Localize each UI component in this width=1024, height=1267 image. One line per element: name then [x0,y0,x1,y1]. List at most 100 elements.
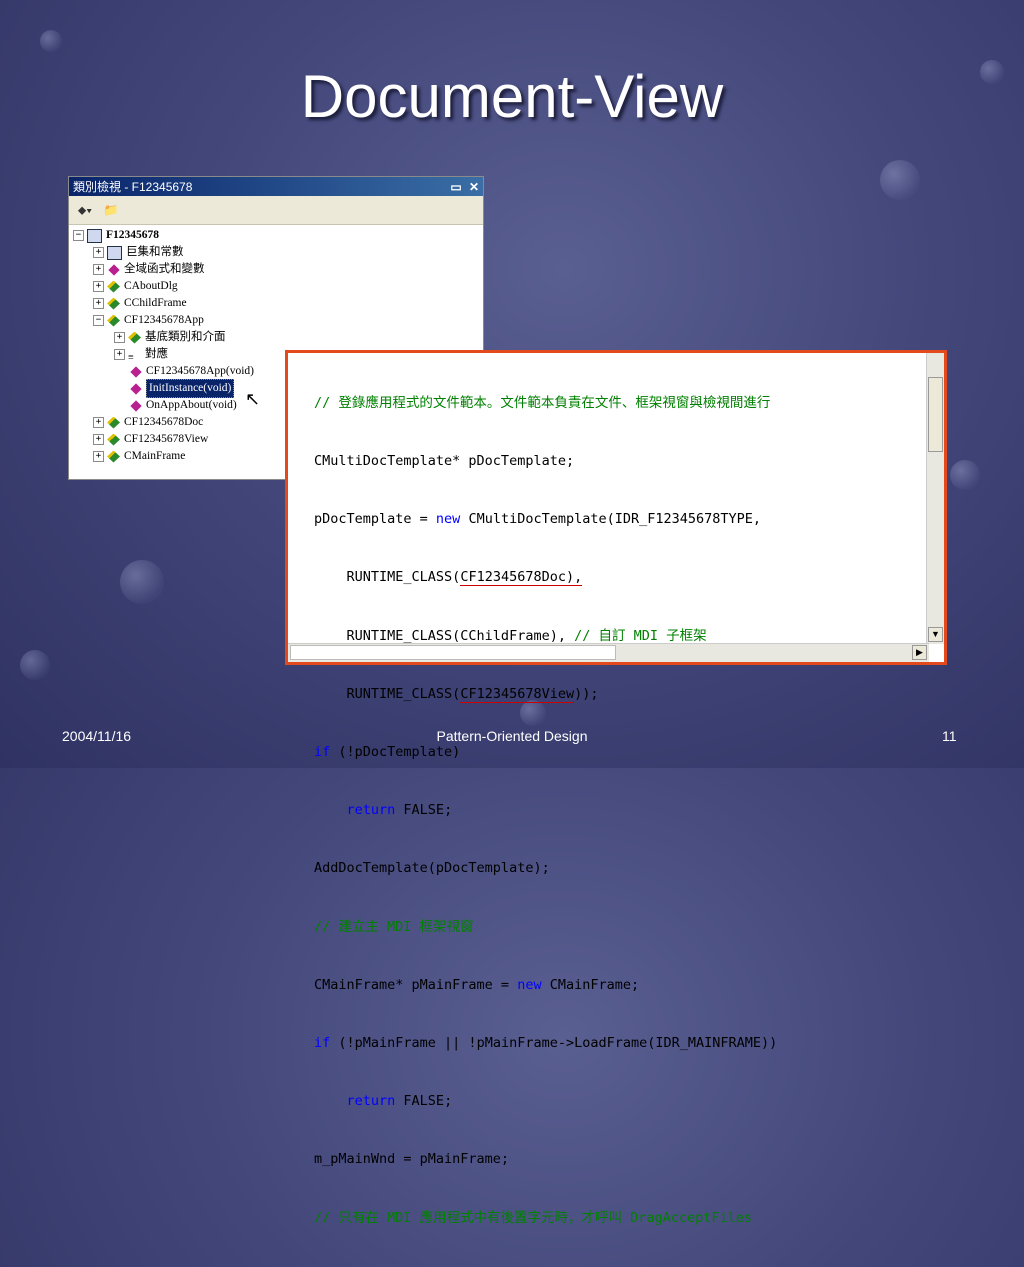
code-token: RUNTIME_CLASS( [314,685,461,702]
code-token: CMainFrame* pMainFrame = [314,976,518,993]
collapse-icon[interactable]: − [93,315,104,326]
code-token: )); [574,685,599,702]
tree-item-label: CAboutDlg [124,280,178,292]
code-keyword: return [346,1093,396,1110]
code-line: // 只有在 MDI 應用程式中有後置字元時，才呼叫 DragAcceptFil… [314,1209,753,1226]
code-token: (!pDocTemplate) [330,744,461,761]
tree-item-app[interactable]: − CF12345678App [93,312,204,329]
tree-item-label: 全域函式和變數 [124,263,205,275]
scroll-down-icon[interactable]: ▼ [928,627,943,642]
footer-page-number: 11 [942,728,957,744]
tree-item-method-onappabout[interactable]: OnAppAbout(void) [129,397,237,414]
tree-item-label: CF12345678View [124,433,209,445]
new-folder-icon[interactable]: 📁 [101,201,121,219]
decor-bubble [950,460,980,490]
expand-icon[interactable]: + [93,247,104,258]
code-keyword: return [346,802,396,819]
tree-item-label: 巨集和常數 [126,246,184,258]
code-comment: // 自訂 MDI 子框架 [574,627,707,644]
code-token: pDocTemplate = [314,511,436,528]
tree-item-label: CMainFrame [124,450,186,462]
tree-item-maps[interactable]: + ≡ 對應 [114,346,168,363]
vertical-scrollbar[interactable]: ▼ [926,353,944,644]
tree-item-base-classes[interactable]: + 基底類別和介面 [114,329,226,346]
expand-icon[interactable]: + [114,349,125,360]
globals-icon [108,263,120,276]
class-icon [107,416,120,429]
base-class-icon [128,331,141,344]
code-line: RUNTIME_CLASS(CF12345678Doc), [314,568,777,587]
expand-icon[interactable]: + [114,332,125,343]
project-icon [87,228,102,243]
code-line: // 建立主 MDI 框架視窗 [314,918,474,935]
tree-item-label: CF12345678Doc [124,416,204,428]
macro-icon [107,245,122,260]
expand-icon[interactable]: + [93,264,104,275]
collapse-icon[interactable]: − [73,230,84,241]
decor-bubble [40,30,62,52]
class-icon [107,433,120,446]
code-line: CMultiDocTemplate* pDocTemplate; [314,453,575,470]
expand-icon[interactable]: + [93,451,104,462]
code-keyword: new [517,976,542,993]
code-keyword: new [435,511,461,528]
code-token: RUNTIME_CLASS(CChildFrame), [314,627,575,644]
scroll-right-icon[interactable]: ▶ [912,645,927,660]
code-line: AddDocTemplate(pDocTemplate); [314,860,550,877]
code-editor-window: // 登錄應用程式的文件範本。文件範本負責在文件、框架視窗與檢視間進行 CMul… [285,350,947,1226]
class-view-title: 類別檢視 - F12345678 [73,180,193,194]
map-icon: ≡ [128,351,134,363]
tree-item-method-initinstance[interactable]: InitInstance(void) [129,379,235,398]
method-icon [130,382,142,395]
decor-bubble [120,560,164,604]
close-icon[interactable]: ✕ [465,180,483,194]
scroll-thumb[interactable] [928,377,943,452]
tree-item-globals[interactable]: + 全域函式和變數 [93,261,205,278]
code-area[interactable]: // 登錄應用程式的文件範本。文件範本負責在文件、框架視窗與檢視間進行 CMul… [314,355,777,1267]
sort-icon[interactable]: ⬥▾ [75,201,95,219]
tree-item-method-ctor[interactable]: CF12345678App(void) [129,363,254,380]
code-line: pDocTemplate = new CMultiDocTemplate(IDR… [314,510,777,529]
horizontal-scrollbar[interactable]: ▶ [288,643,929,662]
expand-icon[interactable]: + [93,417,104,428]
code-line: m_pMainWnd = pMainFrame; [314,1151,510,1168]
pin-icon[interactable]: ▭ [447,180,465,194]
tree-item-macros[interactable]: + 巨集和常數 [93,244,184,261]
class-view-titlebar[interactable]: 類別檢視 - F12345678 ▭ ✕ [69,177,483,196]
tree-item-label: 對應 [145,348,168,360]
method-icon [130,399,142,412]
tree-item-label: 基底類別和介面 [145,331,226,343]
tree-item-doc[interactable]: + CF12345678Doc [93,414,203,431]
expand-icon[interactable]: + [93,434,104,445]
code-token: FALSE; [395,1093,453,1110]
class-icon [107,297,120,310]
tree-item-mainframe[interactable]: + CMainFrame [93,448,185,465]
tree-item-project[interactable]: − F12345678 [73,227,159,244]
code-line: if (!pMainFrame || !pMainFrame->LoadFram… [314,1034,777,1053]
code-line: return FALSE; [314,801,777,820]
tree-item-label: CChildFrame [124,297,187,309]
code-token: CMultiDocTemplate(IDR_F12345678TYPE, [460,511,762,528]
code-line: return FALSE; [314,1092,777,1111]
tree-item-caboutdlg[interactable]: + CAboutDlg [93,278,178,295]
code-line: CMainFrame* pMainFrame = new CMainFrame; [314,976,777,995]
tree-item-cchildframe[interactable]: + CChildFrame [93,295,187,312]
code-token: FALSE; [395,802,453,819]
code-keyword: if [314,1035,331,1052]
method-icon [130,365,142,378]
slide-title: Document-View [300,63,724,130]
mouse-cursor-icon: ↖ [245,389,261,409]
expand-icon[interactable]: + [93,298,104,309]
code-token-underlined: CF12345678Doc), [460,569,583,587]
expand-icon[interactable]: + [93,281,104,292]
tree-item-label: OnAppAbout(void) [146,399,237,411]
class-icon [107,280,120,293]
code-line: // 登錄應用程式的文件範本。文件範本負責在文件、框架視窗與檢視間進行 [314,394,771,411]
class-icon [107,314,120,327]
tree-item-view[interactable]: + CF12345678View [93,431,208,448]
tree-item-label: CF12345678App [124,314,204,326]
scroll-thumb[interactable] [290,645,616,660]
footer-title: Pattern-Oriented Design [436,728,588,744]
code-token-underlined: CF12345678View [460,685,575,703]
